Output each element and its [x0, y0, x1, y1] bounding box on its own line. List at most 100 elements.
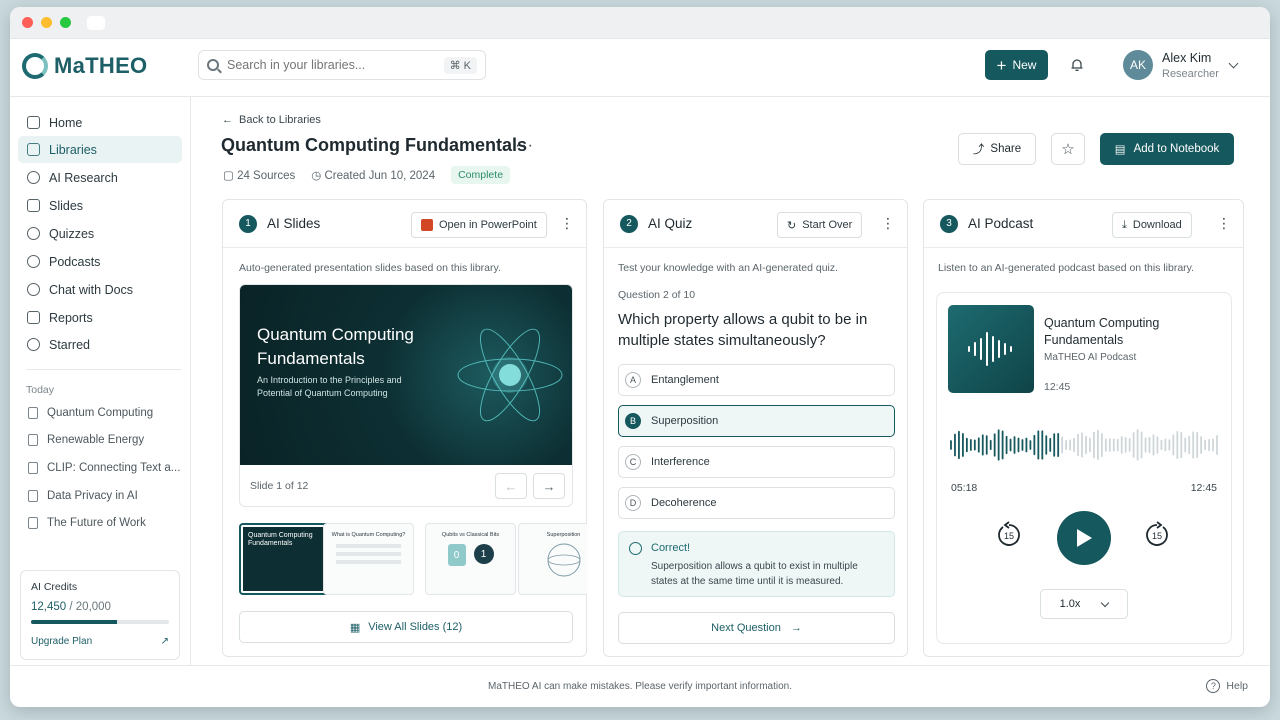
rewind-15-button[interactable]: 15 — [995, 521, 1023, 549]
slide-thumbnail[interactable]: Quantum Computing Fundamentals — [239, 523, 330, 595]
slide-footer: Slide 1 of 12 ← → — [240, 465, 572, 506]
quiz-option[interactable]: C Interference — [618, 446, 895, 478]
ai-podcast-card: 3 AI Podcast ⤓ Download ⋮ Listen to an A… — [923, 199, 1244, 657]
more-options-icon[interactable]: ⋮ — [881, 215, 895, 232]
powerpoint-icon — [421, 219, 433, 231]
add-to-notebook-button[interactable]: ▤ Add to Notebook — [1100, 133, 1234, 165]
sidebar-divider — [26, 369, 181, 370]
sidebar-item-chat-with-docs[interactable]: Chat with Docs — [18, 276, 182, 303]
search-input[interactable] — [227, 58, 436, 72]
user-menu[interactable]: AK Alex Kim Researcher — [1123, 50, 1219, 80]
sidebar-item-podcasts[interactable]: Podcasts — [18, 248, 182, 275]
next-slide-button[interactable]: → — [533, 473, 565, 499]
slide-thumbnail[interactable]: Superposition — [518, 523, 587, 595]
slide-thumbnail[interactable]: Qubits vs Classical Bits 0 1 — [425, 523, 516, 595]
view-all-slides-button[interactable]: ▦ View All Slides (12) — [239, 611, 573, 643]
next-question-button[interactable]: Next Question → — [618, 612, 895, 644]
card-title: AI Slides — [267, 216, 321, 231]
share-button[interactable]: ⤴ Share — [958, 133, 1036, 165]
recent-item[interactable]: The Future of Work — [28, 517, 146, 529]
bell-icon[interactable] — [1070, 58, 1084, 72]
option-text: Superposition — [651, 415, 719, 427]
sidebar-item-libraries[interactable]: Libraries — [18, 136, 182, 163]
slide-image: Quantum Computing Fundamentals An Introd… — [240, 285, 572, 465]
credits-panel: AI Credits 12,450 / 20,000 Upgrade Plan ↗ — [20, 570, 180, 660]
forward-15-label: 15 — [1152, 531, 1162, 541]
recent-item[interactable]: Renewable Energy — [28, 434, 144, 446]
footer: MaTHEO AI can make mistakes. Please veri… — [10, 665, 1270, 707]
podcast-icon — [27, 255, 40, 268]
close-window-button[interactable] — [22, 17, 33, 28]
recent-item-label: CLIP: Connecting Text a... — [47, 462, 181, 474]
quiz-option[interactable]: D Decoherence — [618, 487, 895, 519]
maximize-window-button[interactable] — [60, 17, 71, 28]
open-in-powerpoint-button[interactable]: Open in PowerPoint — [411, 212, 547, 238]
recent-item[interactable]: Data Privacy in AI — [28, 490, 138, 502]
disclaimer-text: MaTHEO AI can make mistakes. Please veri… — [488, 681, 792, 692]
slide-counter: Slide 1 of 12 — [250, 480, 309, 492]
new-button[interactable]: + New — [985, 50, 1048, 80]
user-role: Researcher — [1162, 67, 1219, 80]
sidebar-item-starred[interactable]: Starred — [18, 331, 182, 358]
chevron-down-icon[interactable] — [1228, 58, 1239, 69]
user-name: Alex Kim — [1162, 50, 1212, 65]
download-button[interactable]: ⤓ Download — [1112, 212, 1192, 238]
browser-tab[interactable] — [87, 15, 105, 30]
more-options-icon[interactable]: ··· — [515, 137, 534, 155]
answer-feedback: Correct! Superposition allows a qubit to… — [618, 531, 895, 597]
thumbnail-title: Qubits vs Classical Bits — [441, 532, 500, 538]
start-over-button[interactable]: ↻ Start Over — [777, 212, 863, 238]
sidebar-item-label: Reports — [49, 310, 93, 325]
audio-waveform[interactable] — [949, 415, 1219, 475]
more-options-icon[interactable]: ⋮ — [1217, 215, 1231, 232]
search-icon — [207, 59, 219, 71]
sidebar-item-label: AI Research — [49, 170, 118, 185]
playback-speed-select[interactable]: 1.0x — [1040, 589, 1128, 619]
sidebar-item-label: Home — [49, 115, 83, 130]
sidebar-item-reports[interactable]: Reports — [18, 304, 182, 331]
star-button[interactable]: ☆ — [1051, 133, 1085, 165]
quiz-icon — [27, 227, 40, 240]
slide-thumbnail[interactable]: What is Quantum Computing? — [323, 523, 414, 595]
upgrade-plan-link[interactable]: Upgrade Plan ↗ — [31, 636, 169, 647]
quiz-option-selected[interactable]: B Superposition — [618, 405, 895, 437]
more-options-icon[interactable]: ⋮ — [560, 215, 574, 232]
recent-item[interactable]: Quantum Computing — [28, 407, 153, 419]
card-title: AI Quiz — [648, 216, 693, 231]
ai-quiz-card: 2 AI Quiz ↻ Start Over ⋮ Test your knowl… — [603, 199, 908, 657]
back-link[interactable]: ← Back to Libraries — [222, 114, 321, 126]
search-bar[interactable]: ⌘ K — [198, 50, 486, 80]
credits-used: 12,450 — [31, 601, 67, 613]
recent-item[interactable]: CLIP: Connecting Text a... — [28, 462, 180, 474]
card-header: 3 AI Podcast ⤓ Download ⋮ — [924, 200, 1243, 248]
option-text: Decoherence — [651, 497, 717, 509]
ai-slides-card: 1 AI Slides Open in PowerPoint ⋮ Auto-ge… — [222, 199, 587, 657]
logo[interactable]: MaTHEO — [22, 53, 147, 79]
option-letter: C — [625, 454, 641, 470]
sidebar-item-quizzes[interactable]: Quizzes — [18, 220, 182, 247]
add-to-notebook-label: Add to Notebook — [1133, 143, 1220, 155]
sparkle-icon — [27, 171, 40, 184]
quiz-option[interactable]: A Entanglement — [618, 364, 895, 396]
forward-15-button[interactable]: 15 — [1143, 521, 1171, 549]
sidebar-item-ai-research[interactable]: AI Research — [18, 164, 182, 191]
document-icon — [28, 462, 38, 474]
share-button-label: Share — [990, 143, 1022, 155]
clock-icon: ◷ — [311, 170, 325, 182]
help-label: Help — [1226, 680, 1248, 692]
slide-thumbnails: Quantum Computing Fundamentals What is Q… — [239, 523, 587, 597]
help-link[interactable]: ? Help — [1206, 679, 1248, 693]
play-button[interactable] — [1057, 511, 1111, 565]
slide-preview: Quantum Computing Fundamentals An Introd… — [239, 284, 573, 507]
previous-slide-button[interactable]: ← — [495, 473, 527, 499]
document-icon: ▢ — [223, 170, 238, 182]
atom-illustration — [457, 328, 563, 422]
thumbnail-line — [336, 544, 401, 548]
sidebar-item-slides[interactable]: Slides — [18, 192, 182, 219]
sidebar-item-home[interactable]: Home — [18, 109, 182, 136]
logo-text: MaTHEO — [54, 53, 148, 78]
minimize-window-button[interactable] — [41, 17, 52, 28]
refresh-icon: ↻ — [787, 219, 797, 232]
slide-subtitle: An Introduction to the Principles and Po… — [257, 375, 402, 399]
new-button-label: New — [1012, 58, 1037, 72]
